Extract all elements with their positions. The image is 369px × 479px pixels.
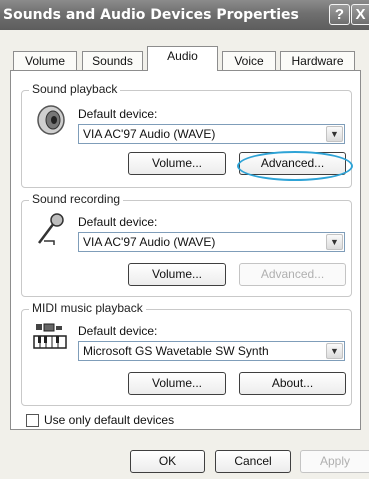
speaker-icon <box>37 105 65 135</box>
midi-device-select[interactable]: Microsoft GS Wavetable SW Synth ▼ <box>78 341 345 361</box>
tab-label: Sounds <box>92 54 133 68</box>
button-label: Volume... <box>151 267 203 281</box>
button-label: Cancel <box>234 454 272 468</box>
apply-button: Apply <box>300 450 369 473</box>
midi-keyboard-icon <box>33 323 67 349</box>
recording-device-value: VIA AC'97 Audio (WAVE) <box>83 235 216 249</box>
button-label: Advanced... <box>260 267 325 281</box>
midi-device-value: Microsoft GS Wavetable SW Synth <box>83 344 269 358</box>
button-label: About... <box>271 376 314 390</box>
midi-playback-group: MIDI music playback Default device: Micr… <box>21 301 352 406</box>
playback-device-value: VIA AC'97 Audio (WAVE) <box>83 127 216 141</box>
sound-recording-group: Sound recording Default device: VIA AC'9… <box>21 192 352 297</box>
playback-device-select[interactable]: VIA AC'97 Audio (WAVE) ▼ <box>78 124 345 144</box>
use-default-devices-checkbox[interactable] <box>26 414 39 427</box>
playback-default-device-label: Default device: <box>78 107 158 121</box>
window-title: Sounds and Audio Devices Properties <box>3 7 299 23</box>
playback-advanced-button[interactable]: Advanced... <box>239 152 346 175</box>
sound-recording-legend: Sound recording <box>29 192 124 206</box>
button-label: Advanced... <box>260 156 325 170</box>
help-button[interactable]: ? <box>329 4 350 25</box>
midi-about-button[interactable]: About... <box>239 372 346 395</box>
close-button[interactable]: X <box>351 4 369 25</box>
tab-sounds[interactable]: Sounds <box>82 51 143 70</box>
playback-volume-button[interactable]: Volume... <box>128 152 226 175</box>
sound-playback-group: Sound playback Default device: VIA AC'97… <box>21 82 352 188</box>
tab-volume[interactable]: Volume <box>13 51 77 70</box>
tab-label: Volume <box>24 54 66 68</box>
close-icon: X <box>355 6 366 23</box>
button-label: Apply <box>319 454 351 468</box>
recording-default-device-label: Default device: <box>78 215 158 229</box>
tab-label: Voice <box>234 54 264 68</box>
midi-volume-button[interactable]: Volume... <box>128 372 226 395</box>
title-bar[interactable]: Sounds and Audio Devices Properties <box>0 0 369 30</box>
button-label: Volume... <box>151 376 203 390</box>
tab-audio[interactable]: Audio <box>147 46 218 71</box>
microphone-icon <box>38 213 64 245</box>
chevron-down-icon[interactable]: ▼ <box>326 343 343 359</box>
recording-device-select[interactable]: VIA AC'97 Audio (WAVE) ▼ <box>78 232 345 252</box>
cancel-button[interactable]: Cancel <box>215 450 291 473</box>
button-label: OK <box>158 454 177 468</box>
dialog-window: Sounds and Audio Devices Properties ? X … <box>0 0 369 479</box>
ok-button[interactable]: OK <box>130 450 205 473</box>
chevron-down-icon[interactable]: ▼ <box>326 126 343 142</box>
midi-playback-legend: MIDI music playback <box>29 301 146 315</box>
sound-playback-legend: Sound playback <box>29 82 121 96</box>
help-icon: ? <box>334 6 345 23</box>
midi-default-device-label: Default device: <box>78 324 158 338</box>
chevron-down-icon[interactable]: ▼ <box>326 234 343 250</box>
use-default-devices-label[interactable]: Use only default devices <box>44 413 174 427</box>
recording-volume-button[interactable]: Volume... <box>128 263 226 286</box>
tab-hardware[interactable]: Hardware <box>280 51 355 70</box>
tab-voice[interactable]: Voice <box>222 51 276 70</box>
audio-tab-panel: Sound playback Default device: VIA AC'97… <box>10 70 361 430</box>
tab-label: Hardware <box>291 54 344 68</box>
tab-label: Audio <box>167 49 198 63</box>
recording-advanced-button: Advanced... <box>239 263 346 286</box>
button-label: Volume... <box>151 156 203 170</box>
